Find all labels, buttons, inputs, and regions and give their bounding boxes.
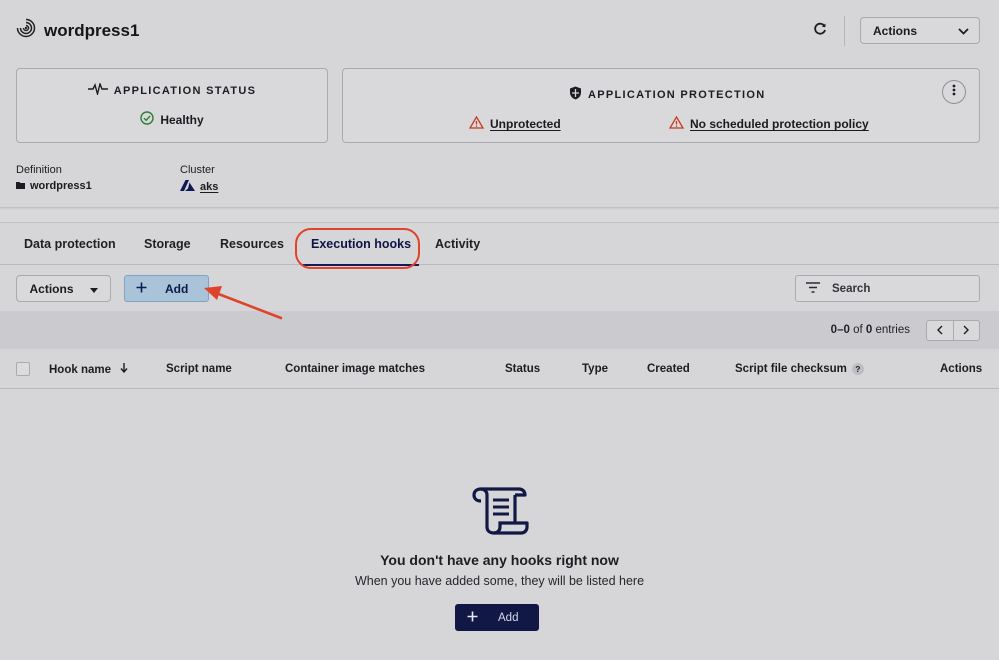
- empty-state-subtitle: When you have added some, they will be l…: [354, 574, 645, 588]
- application-status-title: APPLICATION STATUS: [113, 84, 257, 97]
- unprotected-link[interactable]: Unprotected: [490, 117, 561, 131]
- pagination-controls: [926, 320, 980, 341]
- column-type[interactable]: Type: [582, 363, 608, 375]
- add-hook-label: Add: [165, 281, 189, 296]
- column-actions: Actions: [940, 363, 983, 375]
- definition-label: Definition: [16, 164, 62, 176]
- column-status[interactable]: Status: [505, 363, 540, 375]
- pagination-summary: 0–0 of 0 entries: [831, 324, 910, 336]
- chevron-down-icon: [958, 24, 969, 38]
- app-header-panel: wordpress1 Actions APPLICATION STATUS He…: [0, 0, 999, 208]
- plus-icon: [136, 282, 147, 296]
- protection-menu-button[interactable]: [942, 80, 966, 104]
- column-hook-name-label: Hook name: [49, 363, 111, 376]
- table-actions-dropdown[interactable]: Actions: [16, 275, 111, 302]
- app-logo-icon: [16, 18, 36, 43]
- column-created[interactable]: Created: [647, 363, 690, 375]
- header-actions-label: Actions: [873, 23, 918, 38]
- definition-value-row: wordpress1: [16, 180, 92, 192]
- empty-state-title: You don't have any hooks right now: [380, 552, 619, 568]
- application-protection-title: APPLICATION PROTECTION: [588, 88, 766, 101]
- chevron-right-icon: [963, 322, 970, 340]
- warning-icon: [468, 115, 485, 132]
- refresh-icon: [813, 22, 827, 41]
- pagination-suffix: entries: [875, 324, 910, 336]
- definition-value: wordpress1: [30, 180, 92, 192]
- header-actions-dropdown[interactable]: Actions: [860, 17, 980, 44]
- filter-icon: [806, 281, 820, 296]
- header-divider: [844, 16, 845, 46]
- empty-state-add-label: Add: [498, 611, 519, 624]
- no-schedule-warning[interactable]: No scheduled protection policy: [668, 115, 869, 132]
- table-header-row: Hook name Script name Container image ma…: [0, 349, 999, 389]
- column-script-file-checksum[interactable]: Script file checksum ?: [735, 363, 864, 375]
- empty-state-add-button[interactable]: Add: [455, 604, 539, 631]
- kebab-icon: [952, 83, 956, 101]
- application-protection-card: APPLICATION PROTECTION Unprotected No sc…: [342, 68, 980, 143]
- unprotected-warning[interactable]: Unprotected: [468, 115, 561, 132]
- app-title-row: wordpress1: [16, 18, 139, 43]
- warning-icon: [668, 115, 685, 132]
- pagination-bar: 0–0 of 0 entries: [0, 311, 999, 349]
- help-icon[interactable]: ?: [851, 363, 864, 375]
- application-status-heading: APPLICATION STATUS: [17, 81, 327, 98]
- tab-bar: Data protection Storage Resources Execut…: [0, 223, 999, 266]
- next-page-button[interactable]: [952, 321, 980, 340]
- column-script-file-checksum-label: Script file checksum: [735, 363, 847, 375]
- cluster-link[interactable]: aks: [200, 181, 218, 193]
- no-schedule-link[interactable]: No scheduled protection policy: [690, 117, 869, 131]
- add-hook-button[interactable]: Add: [124, 275, 209, 302]
- pagination-total: 0: [865, 324, 873, 336]
- column-container-image-matches[interactable]: Container image matches: [285, 363, 425, 375]
- prev-page-button[interactable]: [927, 321, 953, 340]
- tab-storage[interactable]: Storage: [144, 223, 191, 265]
- application-protection-heading: APPLICATION PROTECTION: [569, 86, 766, 103]
- column-hook-name[interactable]: Hook name: [49, 363, 128, 376]
- cluster-value-row: aks: [180, 180, 218, 194]
- sort-down-icon: [120, 363, 128, 376]
- scroll-icon: [471, 485, 529, 540]
- plus-icon: [467, 611, 478, 625]
- tab-resources[interactable]: Resources: [220, 223, 284, 265]
- pulse-icon: [87, 81, 108, 98]
- tab-execution-hooks[interactable]: Execution hooks: [303, 223, 420, 266]
- pagination-of: of: [853, 324, 863, 336]
- health-status: Healthy: [17, 111, 327, 128]
- column-script-name[interactable]: Script name: [166, 363, 232, 375]
- cluster-label: Cluster: [180, 164, 215, 176]
- refresh-button[interactable]: [808, 19, 832, 43]
- search-field[interactable]: [795, 275, 980, 302]
- cluster-meta: Cluster aks: [180, 164, 218, 194]
- pagination-range: 0–0: [830, 324, 850, 336]
- check-circle-icon: [140, 111, 155, 128]
- azure-icon: [180, 180, 195, 194]
- caret-down-icon: [89, 282, 98, 296]
- page-title: wordpress1: [44, 20, 140, 40]
- empty-state: You don't have any hooks right now When …: [0, 485, 999, 588]
- select-all-checkbox[interactable]: [16, 362, 30, 376]
- search-input[interactable]: [832, 282, 962, 295]
- chevron-left-icon: [936, 322, 943, 340]
- shield-icon: [569, 86, 582, 103]
- folder-icon: [16, 180, 25, 192]
- application-status-card: APPLICATION STATUS Healthy: [16, 68, 328, 143]
- tab-activity[interactable]: Activity: [435, 223, 480, 265]
- tab-data-protection[interactable]: Data protection: [24, 223, 116, 265]
- health-status-label: Healthy: [160, 112, 204, 127]
- tabs-panel: Data protection Storage Resources Execut…: [0, 222, 999, 660]
- definition-meta: Definition wordpress1: [16, 164, 92, 192]
- table-actions-label: Actions: [29, 281, 74, 296]
